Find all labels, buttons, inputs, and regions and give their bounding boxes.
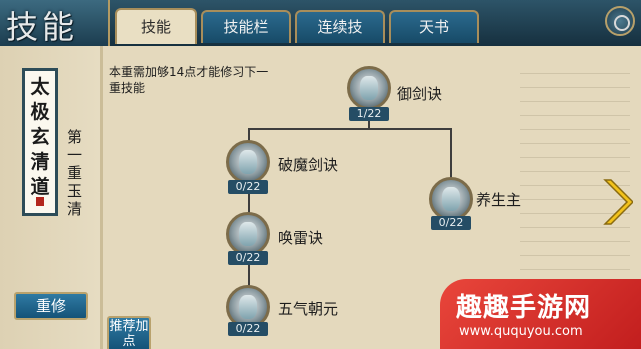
- skill-level-badge: 0/22: [228, 322, 268, 336]
- tab-combo-skills[interactable]: 连续技: [295, 10, 385, 43]
- recommend-points-button[interactable]: 推荐加点: [107, 316, 151, 349]
- skills-window: 技能 技能 技能栏 连续技 天书 太极玄清道 第一重玉清 重修 推荐加点 本重需…: [0, 0, 641, 349]
- background-calligraphy-decoration: [520, 70, 630, 270]
- skill-name: 唤雷诀: [278, 229, 324, 247]
- requirement-notice: 本重需加够14点才能修习下一重技能: [109, 65, 269, 95]
- school-name: 太极玄清道: [30, 76, 50, 198]
- tab-skill-bar[interactable]: 技能栏: [201, 10, 291, 43]
- reset-button[interactable]: 重修: [14, 292, 88, 320]
- window-title-plate: 技能: [0, 0, 110, 46]
- thunder-skill-icon[interactable]: [226, 212, 270, 256]
- close-icon[interactable]: [605, 6, 635, 36]
- skill-level-badge: 0/22: [228, 251, 268, 265]
- sword-skill-icon[interactable]: [347, 66, 391, 110]
- sword-break-skill-icon[interactable]: [226, 140, 270, 184]
- watermark-url: www.ququyou.com: [459, 324, 583, 339]
- tab-heaven-book[interactable]: 天书: [389, 10, 479, 43]
- school-scroll: 太极玄清道: [22, 68, 58, 216]
- skill-name: 破魔剑诀: [278, 156, 339, 174]
- seal-stamp-icon: [36, 197, 44, 206]
- watermark-title: 趣趣手游网: [456, 293, 592, 323]
- skill-name: 御剑诀: [397, 85, 443, 103]
- skill-level-badge: 1/22: [349, 107, 389, 121]
- skill-name: 五气朝元: [278, 300, 339, 318]
- tree-connector: [450, 128, 452, 180]
- window-title: 技能: [6, 8, 79, 46]
- tab-skills[interactable]: 技能: [115, 8, 197, 44]
- skill-level-badge: 0/22: [431, 216, 471, 230]
- nourish-skill-icon[interactable]: [429, 177, 473, 221]
- sidebar-divider: [100, 46, 103, 349]
- stage-label: 第一重玉清: [67, 128, 83, 218]
- chevron-right-icon[interactable]: [601, 176, 633, 228]
- tree-connector: [248, 128, 451, 130]
- skill-name: 养生主: [476, 191, 522, 209]
- skill-level-badge: 0/22: [228, 180, 268, 194]
